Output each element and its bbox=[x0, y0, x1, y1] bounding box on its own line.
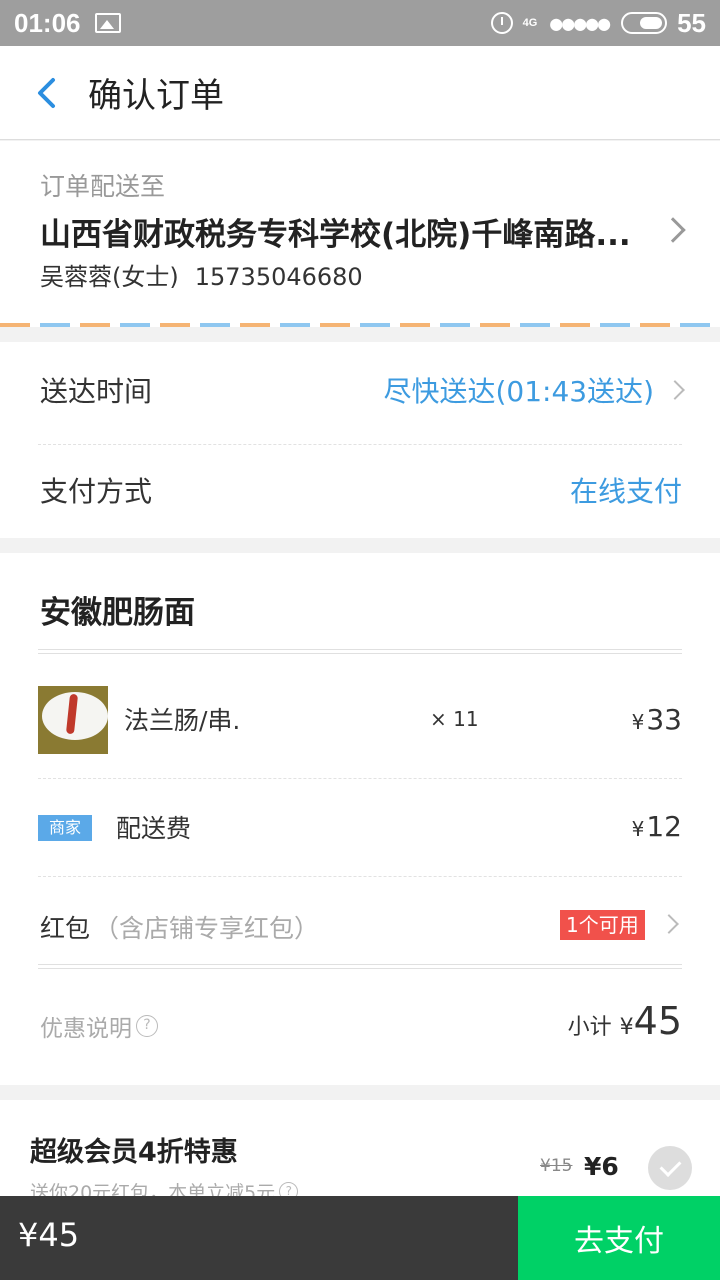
pay-button[interactable]: 去支付 bbox=[518, 1196, 720, 1280]
chevron-right-icon bbox=[665, 380, 685, 400]
address-section[interactable]: 订单配送至 山西省财政税务专科学校(北院)千峰南路... 吴蓉蓉(女士) 1573… bbox=[0, 141, 720, 327]
back-arrow-icon bbox=[38, 77, 55, 108]
chevron-right-icon bbox=[659, 914, 679, 934]
divider bbox=[38, 778, 682, 779]
app-root: 01:06 4G ●●●●● 55 确认订单 订单配送至 山西省财政税务专科学校… bbox=[0, 0, 720, 1280]
divider bbox=[38, 444, 682, 445]
shop-name: 安徽肥肠面 bbox=[40, 595, 195, 631]
hongbao-sub: （含店铺专享红包） bbox=[94, 914, 320, 943]
status-time: 01:06 bbox=[14, 7, 81, 38]
delivery-card: 送达时间 尽快送达(01:43送达) 支付方式 在线支付 bbox=[0, 342, 720, 538]
discount-info[interactable]: 优惠说明 ? bbox=[40, 1009, 158, 1043]
divider bbox=[38, 876, 682, 877]
currency-symbol: ¥ bbox=[631, 817, 645, 841]
divider bbox=[38, 649, 682, 654]
delivery-address: 山西省财政税务专科学校(北院)千峰南路... bbox=[40, 217, 631, 253]
total-price: ¥45 bbox=[18, 1216, 80, 1254]
merchant-badge: 商家 bbox=[38, 815, 92, 841]
hongbao-label: 红包 bbox=[40, 914, 91, 943]
discount-label: 优惠说明 bbox=[40, 1016, 132, 1042]
subtotal-value: 45 bbox=[633, 999, 682, 1043]
subtotal-label: 小计 bbox=[567, 1015, 612, 1040]
check-icon[interactable] bbox=[648, 1146, 692, 1190]
chevron-right-icon bbox=[660, 217, 686, 243]
payment-method-label: 支付方式 bbox=[40, 475, 153, 508]
payment-method-value: 在线支付 bbox=[569, 475, 682, 508]
delivery-time-value: 尽快送达(01:43送达) bbox=[383, 370, 685, 410]
delivery-time-text: 尽快送达(01:43送达) bbox=[383, 375, 654, 408]
fee-price-value: 12 bbox=[646, 810, 682, 843]
delivery-fee-price: ¥12 bbox=[632, 810, 682, 843]
divider bbox=[38, 964, 682, 969]
network-type: 4G bbox=[522, 17, 538, 29]
contact-phone: 15735046680 bbox=[194, 263, 363, 291]
status-bar: 01:06 4G ●●●●● 55 bbox=[0, 0, 720, 46]
order-card: 安徽肥肠面 法兰肠/串. × 11 ¥33 商家 配送费 ¥12 红包 （含店铺专… bbox=[0, 553, 720, 1085]
item-name: 法兰肠/串. bbox=[124, 706, 241, 735]
contact-info: 吴蓉蓉(女士) 15735046680 bbox=[40, 257, 363, 292]
payment-method-row[interactable]: 支付方式 在线支付 bbox=[40, 470, 682, 510]
envelope-border bbox=[0, 323, 720, 327]
alarm-icon bbox=[490, 12, 513, 34]
vip-original-price: ¥15 bbox=[540, 1156, 573, 1176]
bottom-bar: ¥45 去支付 bbox=[0, 1196, 720, 1280]
app-header: 确认订单 bbox=[0, 46, 720, 140]
subtotal: 小计 ¥ 45 bbox=[568, 999, 682, 1043]
back-button[interactable] bbox=[6, 46, 86, 140]
page-title: 确认订单 bbox=[88, 76, 224, 116]
item-price: ¥33 bbox=[632, 703, 682, 736]
hongbao-available-badge[interactable]: 1个可用 bbox=[560, 910, 645, 940]
battery-level: 55 bbox=[677, 7, 706, 38]
battery-icon bbox=[621, 12, 668, 34]
currency-symbol: ¥ bbox=[619, 1015, 634, 1040]
item-quantity: × 11 bbox=[430, 707, 479, 731]
hongbao-row[interactable]: 红包 （含店铺专享红包） bbox=[40, 909, 319, 945]
address-label: 订单配送至 bbox=[40, 172, 166, 201]
item-price-value: 33 bbox=[646, 703, 682, 736]
currency-symbol: ¥ bbox=[631, 710, 645, 734]
image-notification-icon bbox=[94, 13, 121, 33]
status-right: 4G ●●●●● 55 bbox=[490, 0, 706, 46]
signal-icon: ●●●●● bbox=[549, 13, 611, 33]
vip-price: ¥6 bbox=[584, 1152, 619, 1181]
vip-title: 超级会员4折特惠 bbox=[30, 1137, 238, 1168]
contact-name: 吴蓉蓉(女士) bbox=[40, 263, 179, 291]
question-icon: ? bbox=[136, 1015, 158, 1037]
item-image bbox=[38, 686, 108, 754]
delivery-fee-label: 配送费 bbox=[116, 814, 192, 843]
delivery-time-row[interactable]: 送达时间 尽快送达(01:43送达) bbox=[40, 370, 685, 410]
delivery-time-label: 送达时间 bbox=[40, 375, 153, 408]
